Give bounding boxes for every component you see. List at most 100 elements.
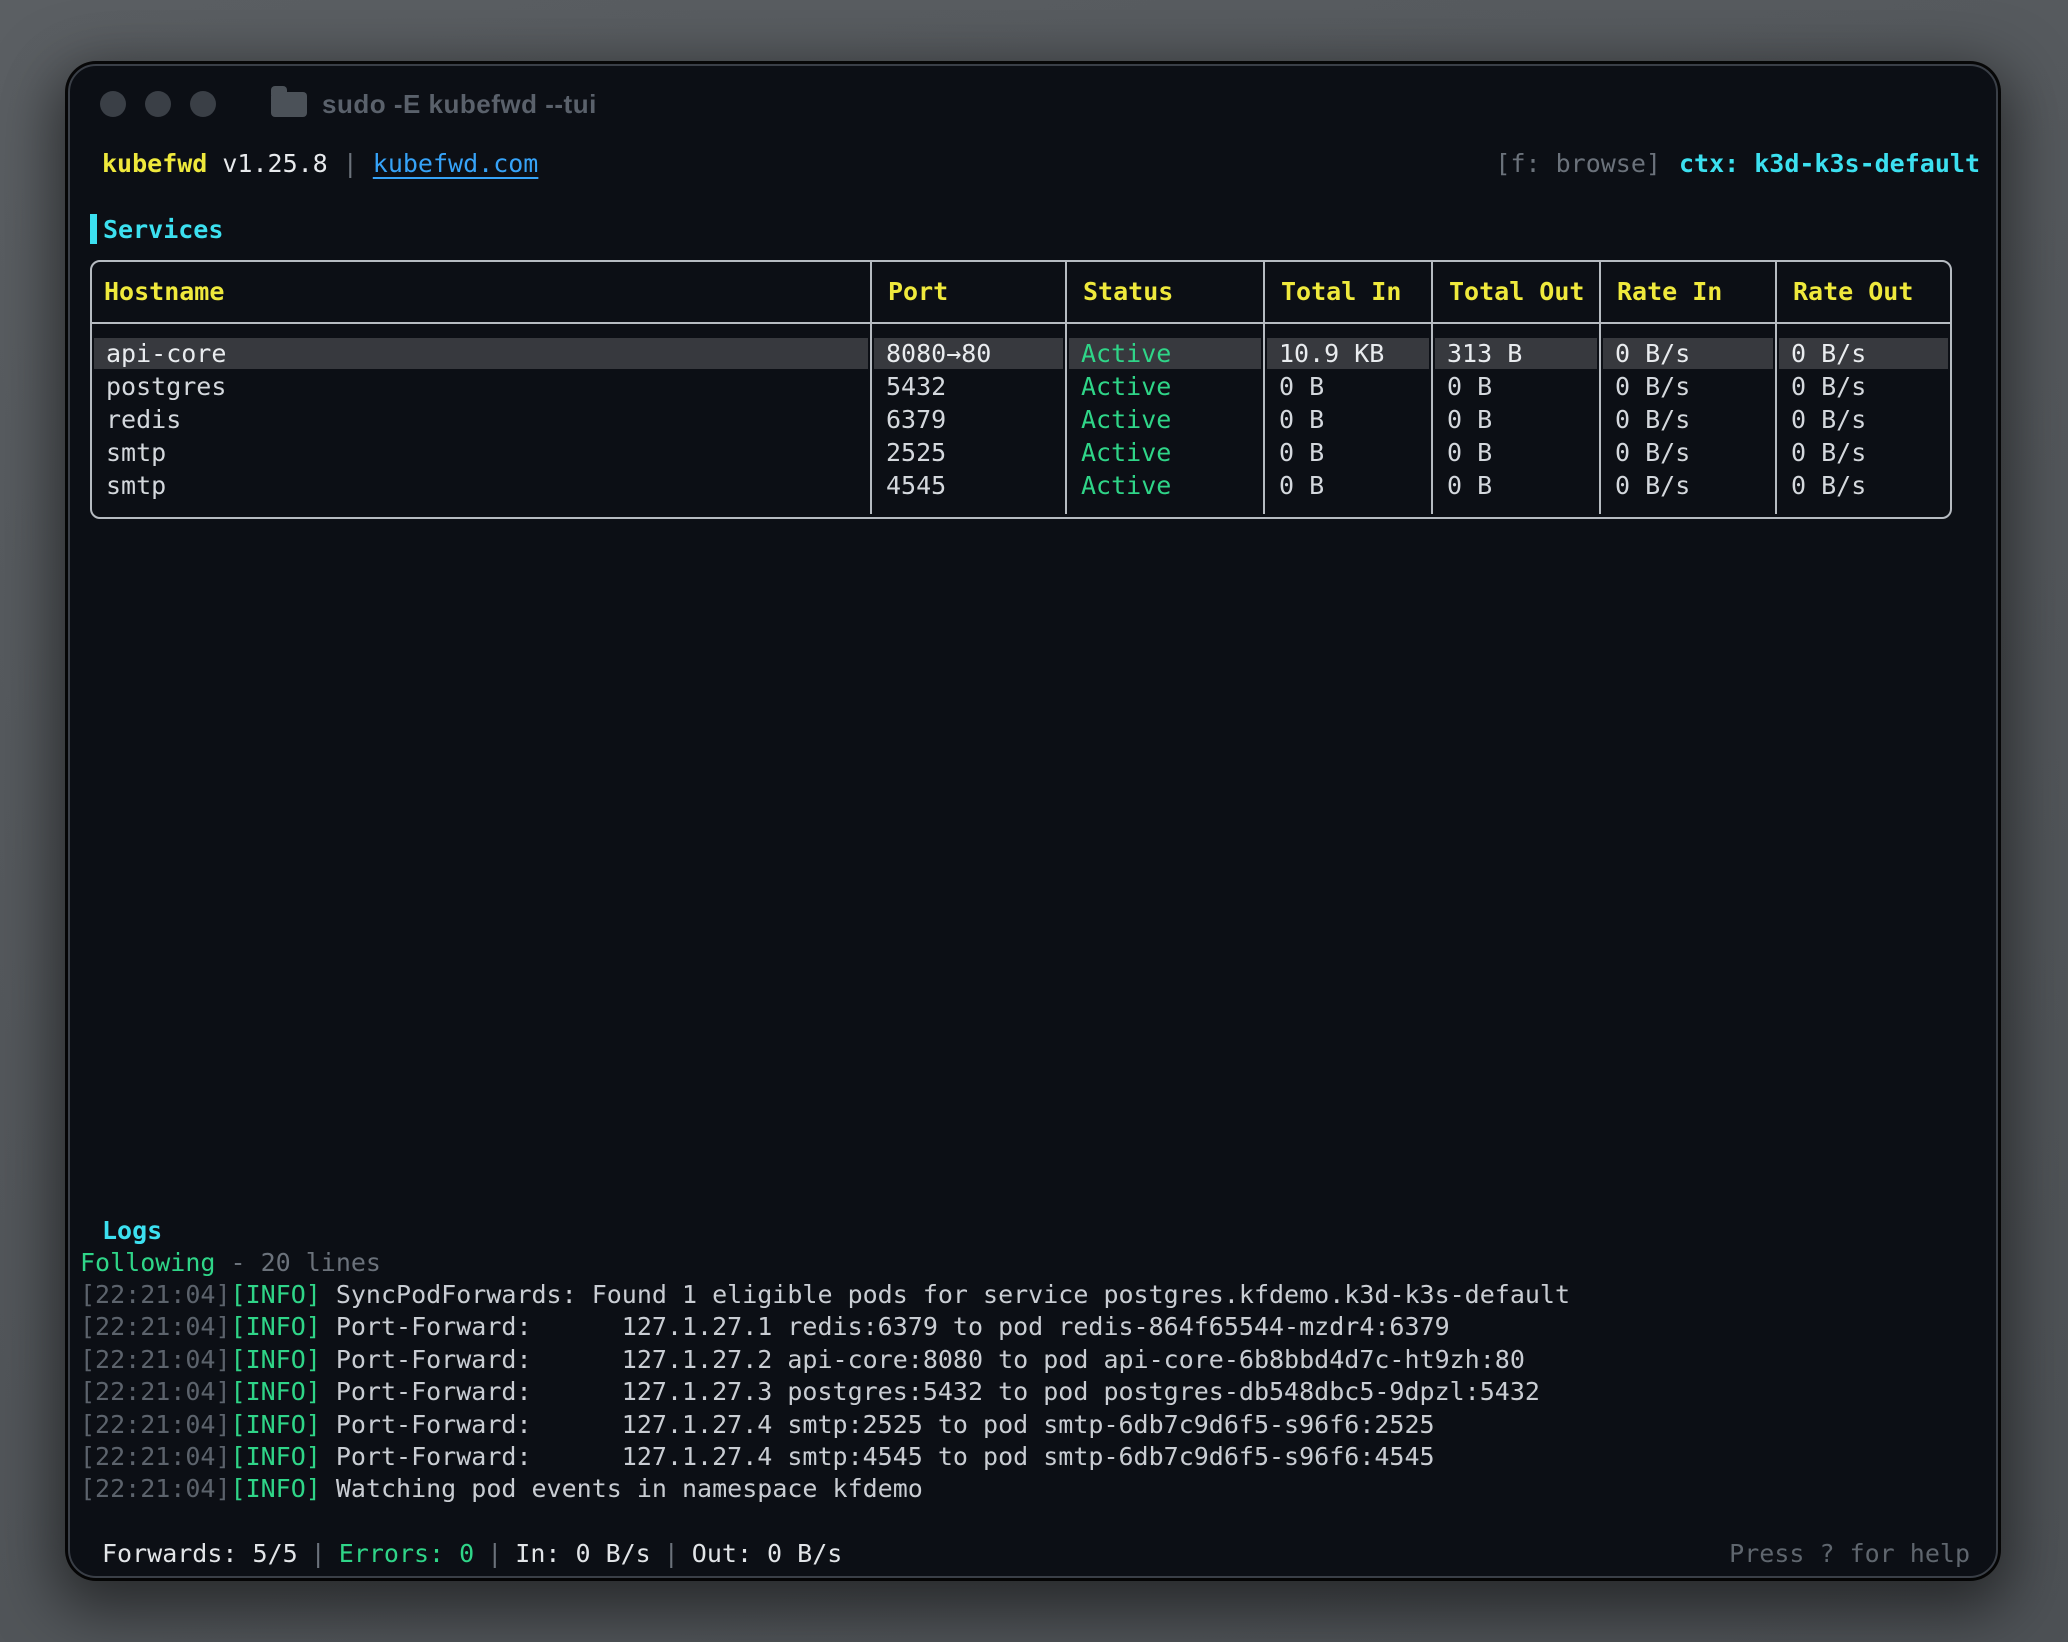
cell-hostname: smtp xyxy=(92,469,870,502)
app-header-left: kubefwd v1.25.8 | kubefwd.com xyxy=(102,144,538,184)
log-timestamp: [22:21:04] xyxy=(80,1474,231,1503)
logs-section: Logs Following- 20 lines [22:21:04][INFO… xyxy=(80,1215,1976,1506)
folder-icon xyxy=(271,92,307,117)
log-level-badge: [INFO] xyxy=(231,1312,321,1341)
log-level-badge: [INFO] xyxy=(231,1474,321,1503)
status-bar-left: Forwards: 5/5|Errors: 0|In: 0 B/s|Out: 0… xyxy=(102,1536,842,1572)
status-separator: | xyxy=(664,1539,679,1568)
forwards-count: Forwards: 5/5 xyxy=(102,1539,298,1568)
close-button-icon[interactable] xyxy=(100,91,126,117)
column-header-total-in: Total In xyxy=(1263,262,1431,322)
maximize-button-icon[interactable] xyxy=(190,91,216,117)
status-separator: | xyxy=(487,1539,502,1568)
section-accent-bar xyxy=(90,214,97,244)
column-header-total-out: Total Out xyxy=(1431,262,1599,322)
follow-status-line: Following - 20 lines xyxy=(80,1247,1976,1279)
log-line: [22:21:04][INFO]SyncPodForwards: Found 1… xyxy=(80,1279,1976,1311)
cell-port: 2525 xyxy=(870,436,1065,469)
cell-hostname: smtp xyxy=(92,436,870,469)
cell-port: 4545 xyxy=(870,469,1065,502)
cell-rate-in: 0 B/s xyxy=(1599,403,1775,436)
log-timestamp: [22:21:04] xyxy=(80,1312,231,1341)
terminal-window: sudo -E kubefwd --tui kubefwdv1.25.8|kub… xyxy=(68,64,1998,1578)
cell-rate-out: 0 B/s xyxy=(1775,469,1950,502)
cell-hostname: redis xyxy=(92,403,870,436)
table-row[interactable]: api-core 8080→80 Active 10.9 KB 313 B 0 … xyxy=(92,337,1950,370)
app-version: v1.25.8 xyxy=(222,149,327,178)
cell-total-in: 0 B xyxy=(1263,469,1431,502)
cell-rate-in: 0 B/s xyxy=(1599,436,1775,469)
log-timestamp: [22:21:04] xyxy=(80,1345,231,1374)
log-line: [22:21:04][INFO] Port-Forward: 127.1.27.1… xyxy=(80,1311,1976,1343)
log-message: Port-Forward: 127.1.27.4 smtp:2525 to po… xyxy=(336,1410,1435,1439)
status-separator: | xyxy=(311,1539,326,1568)
cell-total-in: 0 B xyxy=(1263,370,1431,403)
cell-total-out: 0 B xyxy=(1431,403,1599,436)
cell-status: Active xyxy=(1065,403,1263,436)
cell-total-out: 0 B xyxy=(1431,436,1599,469)
services-title: Services xyxy=(103,215,223,244)
cell-total-in: 10.9 KB xyxy=(1263,337,1431,370)
cell-total-out: 0 B xyxy=(1431,370,1599,403)
services-section-header: Services xyxy=(90,212,223,246)
services-table: Hostname Port Status Total In Total Out … xyxy=(90,260,1952,519)
log-message: Port-Forward: 127.1.27.1 redis:6379 to p… xyxy=(336,1312,1450,1341)
website-link[interactable]: kubefwd.com xyxy=(373,149,539,178)
cell-status: Active xyxy=(1065,469,1263,502)
cell-rate-in: 0 B/s xyxy=(1599,370,1775,403)
table-row[interactable]: redis 6379 Active 0 B 0 B 0 B/s 0 B/s xyxy=(92,403,1950,436)
table-spacer-row xyxy=(92,324,1950,337)
cell-rate-out: 0 B/s xyxy=(1775,436,1950,469)
column-header-port: Port xyxy=(870,262,1065,322)
cell-total-out: 313 B xyxy=(1431,337,1599,370)
cell-status: Active xyxy=(1065,436,1263,469)
table-header-row: Hostname Port Status Total In Total Out … xyxy=(92,262,1950,324)
column-header-rate-out: Rate Out xyxy=(1775,262,1950,322)
log-timestamp: [22:21:04] xyxy=(80,1410,231,1439)
app-name: kubefwd xyxy=(102,149,207,178)
cell-status: Active xyxy=(1065,337,1263,370)
help-hint: Press ? for help xyxy=(1729,1536,1970,1572)
table-body: api-core 8080→80 Active 10.9 KB 313 B 0 … xyxy=(92,324,1950,514)
log-line: [22:21:04][INFO] Watching pod events in n… xyxy=(80,1473,1976,1505)
log-level-badge: [INFO] xyxy=(231,1442,321,1471)
log-line: [22:21:04][INFO]Port-Forward: 127.1.27.3… xyxy=(80,1376,1976,1408)
column-header-status: Status xyxy=(1065,262,1263,322)
errors-count: Errors: 0 xyxy=(339,1539,474,1568)
log-timestamp: [22:21:04] xyxy=(80,1377,231,1406)
log-line: [22:21:04][INFO]Port-Forward: 127.1.27.2… xyxy=(80,1344,1976,1376)
log-message: Port-Forward: 127.1.27.4 smtp:4545 to po… xyxy=(336,1442,1435,1471)
cell-hostname: postgres xyxy=(92,370,870,403)
minimize-button-icon[interactable] xyxy=(145,91,171,117)
log-line: [22:21:04][INFO] Port-Forward: 127.1.27.4… xyxy=(80,1441,1976,1473)
table-spacer-row xyxy=(92,502,1950,514)
titlebar: sudo -E kubefwd --tui xyxy=(70,66,1996,142)
header-separator: | xyxy=(343,149,358,178)
cell-total-out: 0 B xyxy=(1431,469,1599,502)
column-header-rate-in: Rate In xyxy=(1599,262,1775,322)
cell-rate-out: 0 B/s xyxy=(1775,403,1950,436)
log-level-badge: [INFO] xyxy=(231,1410,321,1439)
log-message: Watching pod events in namespace kfdemo xyxy=(336,1474,923,1503)
cell-rate-in: 0 B/s xyxy=(1599,337,1775,370)
log-level-badge: [INFO] xyxy=(231,1280,321,1309)
cell-status: Active xyxy=(1065,370,1263,403)
cell-total-in: 0 B xyxy=(1263,403,1431,436)
table-row[interactable]: smtp 4545 Active 0 B 0 B 0 B/s 0 B/s xyxy=(92,469,1950,502)
cell-total-in: 0 B xyxy=(1263,436,1431,469)
log-level-badge: [INFO] xyxy=(231,1377,321,1406)
log-line: [22:21:04][INFO] Port-Forward: 127.1.27.4… xyxy=(80,1409,1976,1441)
app-header: kubefwd v1.25.8 | kubefwd.com [f: browse]ct… xyxy=(70,144,1996,184)
cell-rate-out: 0 B/s xyxy=(1775,337,1950,370)
table-row[interactable]: smtp 2525 Active 0 B 0 B 0 B/s 0 B/s xyxy=(92,436,1950,469)
follow-mode-label: Following xyxy=(80,1248,215,1277)
log-timestamp: [22:21:04] xyxy=(80,1442,231,1471)
cell-port: 5432 xyxy=(870,370,1065,403)
log-line-count: - 20 lines xyxy=(230,1248,381,1277)
status-bar: Forwards: 5/5|Errors: 0|In: 0 B/s|Out: 0… xyxy=(102,1536,1970,1572)
log-message: SyncPodForwards: Found 1 eligible pods f… xyxy=(336,1280,1570,1309)
log-message: Port-Forward: 127.1.27.2 api-core:8080 t… xyxy=(336,1345,1525,1374)
app-header-right: [f: browse]ctx: k3d-k3s-default xyxy=(1495,144,1980,184)
cell-port: 8080→80 xyxy=(870,337,1065,370)
table-row[interactable]: postgres 5432 Active 0 B 0 B 0 B/s 0 B/s xyxy=(92,370,1950,403)
